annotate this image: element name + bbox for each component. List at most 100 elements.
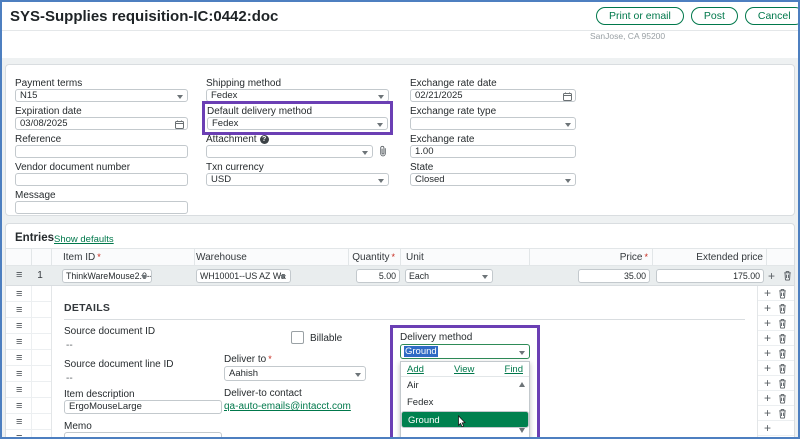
add-row-icon[interactable]: + (764, 348, 771, 358)
exchange-rate-input[interactable]: 1.00 (410, 145, 576, 158)
item-description-input[interactable]: ErgoMouseLarge (64, 400, 222, 414)
default-delivery-select[interactable]: Fedex (207, 117, 388, 130)
drag-handle-icon[interactable]: ≡ (16, 432, 22, 439)
delivery-method-label: Delivery method (400, 332, 472, 343)
exchange-rate-type-label: Exchange rate type (410, 106, 496, 117)
price-input[interactable]: 35.00 (578, 269, 650, 283)
source-document-line-id-value: -- (66, 373, 73, 384)
expiration-date-field[interactable]: 03/08/2025 (15, 117, 188, 130)
delivery-method-input[interactable]: Ground (400, 344, 530, 359)
delete-row-icon[interactable] (778, 318, 787, 329)
delete-row-icon[interactable] (778, 363, 787, 374)
deliver-to-contact-label: Deliver-to contact (224, 388, 302, 399)
scroll-down-icon[interactable] (519, 428, 525, 433)
document-header-form: Payment terms N15 Expiration date 03/08/… (5, 64, 795, 216)
extended-price-input[interactable]: 175.00 (656, 269, 764, 283)
row-actions: + (758, 391, 794, 406)
add-row-icon[interactable]: + (764, 408, 771, 418)
delivery-method-option-air[interactable]: Air (401, 377, 529, 394)
drag-handle-icon[interactable]: ≡ (16, 304, 22, 316)
drag-handle-icon[interactable]: ≡ (16, 336, 22, 348)
add-link[interactable]: Add (407, 364, 424, 375)
chevron-down-icon (141, 275, 147, 279)
deliver-to-contact-link[interactable]: qa-auto-emails@intacct.com (224, 401, 351, 412)
delete-row-icon[interactable] (778, 378, 787, 389)
delete-row-icon[interactable] (778, 333, 787, 344)
cancel-button[interactable]: Cancel (745, 7, 800, 25)
exchange-rate-type-select[interactable] (410, 117, 576, 130)
memo-input[interactable] (64, 432, 222, 439)
add-row-icon[interactable]: + (764, 363, 771, 373)
message-input[interactable] (15, 201, 188, 214)
drag-handle-icon[interactable]: ≡ (16, 352, 22, 364)
help-icon[interactable]: ? (260, 135, 269, 144)
delete-row-icon[interactable] (778, 303, 787, 314)
entries-stub-drag-column: ≡ ≡ ≡ ≡ ≡ ≡ ≡ ≡ ≡ ≡ (6, 286, 51, 439)
delete-row-icon[interactable] (778, 288, 787, 299)
delete-row-icon[interactable] (778, 393, 787, 404)
required-asterisk: * (97, 252, 101, 262)
add-row-icon[interactable]: + (764, 288, 771, 298)
print-or-email-button[interactable]: Print or email (596, 7, 684, 25)
payment-terms-select[interactable]: N15 (15, 89, 188, 102)
state-select[interactable]: Closed (410, 173, 576, 186)
delete-row-icon[interactable] (778, 408, 787, 419)
billable-checkbox[interactable] (291, 331, 304, 344)
add-row-icon[interactable]: + (764, 393, 771, 403)
source-document-line-id-label: Source document line ID (64, 359, 174, 370)
calendar-icon[interactable] (175, 120, 184, 129)
drag-handle-icon[interactable]: ≡ (16, 320, 22, 332)
delivery-method-option-ground[interactable]: Ground (401, 411, 529, 428)
deliver-to-label: Deliver to* (224, 354, 272, 365)
exchange-rate-date-label: Exchange rate date (410, 78, 497, 89)
titlebar: SYS-Supplies requisition-IC:0442:doc Pri… (2, 2, 798, 31)
add-row-icon[interactable]: + (764, 318, 771, 328)
view-link[interactable]: View (454, 364, 474, 375)
chevron-down-icon (280, 275, 286, 279)
find-link[interactable]: Find (505, 364, 523, 375)
row-actions: + (758, 301, 794, 316)
entries-section: Entries Show defaults Item ID* Warehouse… (5, 223, 795, 439)
entries-title: Entries (15, 232, 54, 244)
calendar-icon[interactable] (563, 92, 572, 101)
add-row-icon[interactable]: + (764, 333, 771, 343)
vendor-doc-number-input[interactable] (15, 173, 188, 186)
add-row-icon[interactable]: + (764, 303, 771, 313)
header-actions: Print or email Post Cancel More actions (596, 7, 800, 25)
row-number: 1 (31, 270, 49, 281)
drag-handle-icon[interactable]: ≡ (16, 400, 22, 412)
exchange-rate-date-field[interactable]: 02/21/2025 (410, 89, 576, 102)
add-row-icon[interactable]: + (768, 271, 775, 281)
attachment-select[interactable] (206, 145, 373, 158)
warehouse-select[interactable]: WH10001--US AZ Wa (196, 269, 291, 283)
drag-handle-icon[interactable]: ≡ (16, 288, 22, 300)
add-row-icon[interactable]: + (764, 378, 771, 388)
add-row-icon[interactable]: + (764, 423, 771, 433)
chevron-down-icon (355, 373, 361, 377)
delete-row-icon[interactable] (778, 348, 787, 359)
row-actions: + (758, 346, 794, 361)
delete-row-icon[interactable] (783, 270, 792, 281)
drag-handle-icon[interactable]: ≡ (16, 384, 22, 396)
row-actions: + (758, 421, 794, 436)
scroll-up-icon[interactable] (519, 382, 525, 387)
drag-handle-icon[interactable]: ≡ (16, 368, 22, 380)
txn-currency-value: USD (211, 174, 231, 185)
paperclip-icon[interactable] (378, 145, 388, 158)
drag-handle-icon[interactable]: ≡ (16, 269, 22, 281)
show-defaults-link[interactable]: Show defaults (54, 234, 114, 245)
unit-value: Each (409, 271, 429, 281)
chevron-down-icon (482, 275, 488, 279)
txn-currency-select[interactable]: USD (206, 173, 389, 186)
post-button[interactable]: Post (691, 7, 738, 25)
row-actions: + (758, 286, 794, 301)
shipping-method-label: Shipping method (206, 78, 281, 89)
unit-select[interactable]: Each (405, 269, 493, 283)
delivery-method-option-fedex[interactable]: Fedex (401, 394, 529, 411)
drag-handle-icon[interactable]: ≡ (16, 416, 22, 428)
item-id-select[interactable]: ThinkWareMouse2.0--I (62, 269, 152, 283)
deliver-to-select[interactable]: Aahish (224, 366, 366, 381)
reference-input[interactable] (15, 145, 188, 158)
delivery-method-highlight-box: Delivery method Ground Add View Find Air… (390, 325, 540, 439)
quantity-input[interactable]: 5.00 (356, 269, 400, 283)
